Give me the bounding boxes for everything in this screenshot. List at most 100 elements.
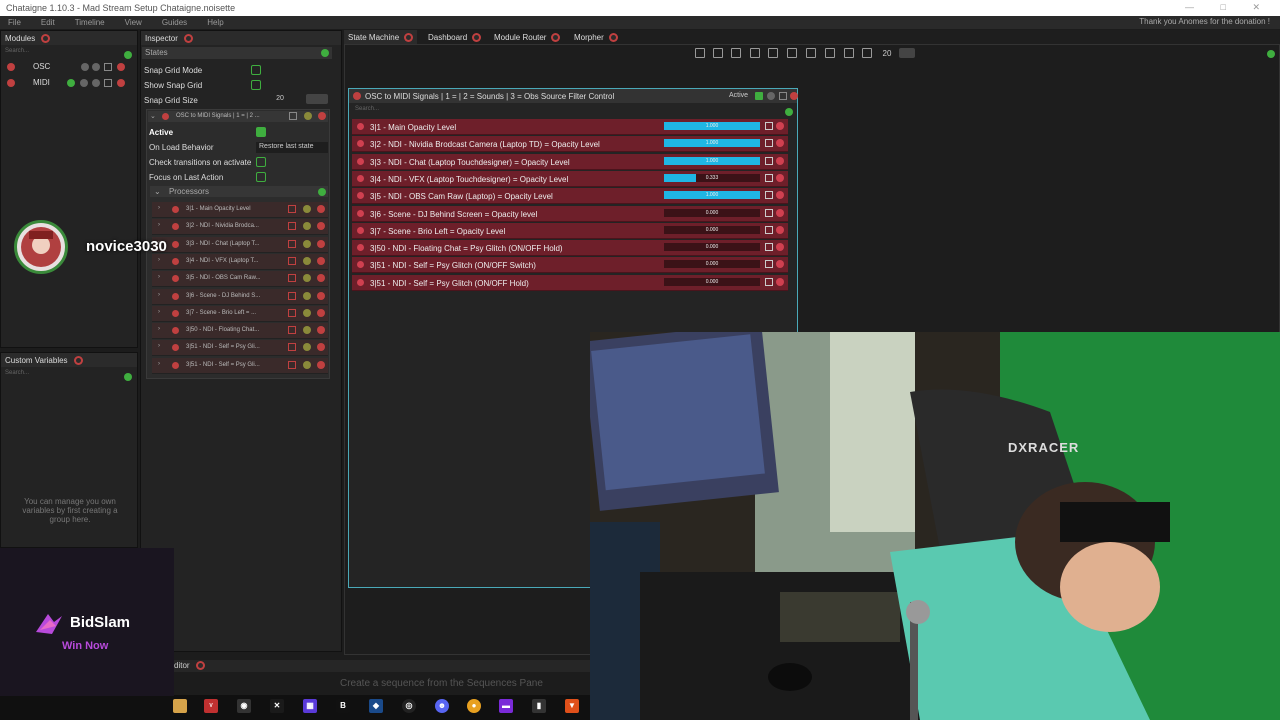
brave-icon[interactable]: ▼ [565,699,579,713]
add-module-icon[interactable] [124,51,132,59]
focus-last-action-checkbox[interactable] [256,172,266,182]
action-enable-checkbox[interactable] [765,156,773,165]
sponsor-ad[interactable]: BidSlam Win Now [0,548,174,696]
close-icon[interactable] [608,33,618,43]
remove-action-icon[interactable] [776,225,784,234]
add-processor-icon[interactable] [318,188,326,196]
close-icon[interactable] [472,33,482,43]
chevron-right-icon[interactable]: › [158,222,160,228]
chevron-right-icon[interactable]: › [158,343,160,349]
processor-enable-checkbox[interactable] [288,308,296,317]
window-controls[interactable]: — □ ✕ [1185,2,1272,13]
snap-grid-mode-checkbox[interactable] [251,65,261,75]
processor-row[interactable]: › 3|2 - NDI - Nividia Brodca... [152,219,328,236]
state-search[interactable]: Search... [349,103,797,115]
show-snap-grid-checkbox[interactable] [251,80,261,90]
align-right-icon[interactable] [731,48,741,58]
menu-file[interactable]: File [8,18,21,27]
remove-processor-icon[interactable] [317,239,325,248]
processor-row[interactable]: › 3|7 - Scene - Brio Left = ... [152,305,328,322]
settings-icon[interactable] [92,79,100,87]
state-action-row[interactable]: 3|50 - NDI - Floating Chat = Psy Glitch … [352,240,788,257]
on-load-behavior-select[interactable]: Restore last state [256,142,328,153]
remove-processor-icon[interactable] [317,205,325,213]
app-icon[interactable]: ◉ [237,699,251,713]
add-state-icon[interactable] [1267,50,1275,58]
action-enable-checkbox[interactable] [765,225,773,234]
processor-row[interactable]: › 3|50 - NDI - Floating Chat... [152,323,328,340]
remove-module-icon[interactable] [117,63,125,71]
add-action-icon[interactable] [785,108,793,116]
menu-help[interactable]: Help [207,18,223,27]
action-enable-checkbox[interactable] [765,191,773,200]
menu-view[interactable]: View [125,18,142,27]
processor-action-icon[interactable] [303,308,311,317]
capcut-icon[interactable]: ✕ [270,699,284,713]
remove-processor-icon[interactable] [317,222,325,231]
remove-processor-icon[interactable] [317,343,325,352]
processor-enable-checkbox[interactable] [288,222,296,231]
close-icon[interactable] [183,34,193,44]
action-value-slider[interactable]: 0.000 [664,260,760,269]
action-value-slider[interactable]: 0.000 [664,225,760,234]
remove-state-icon[interactable] [318,112,326,120]
remove-action-icon[interactable] [776,208,784,217]
remove-processor-icon[interactable] [317,256,325,265]
module-row-osc[interactable]: OSC [1,59,137,75]
menu-edit[interactable]: Edit [41,18,55,27]
action-enable-checkbox[interactable] [765,173,773,182]
align-middle-icon[interactable] [768,48,778,58]
close-icon[interactable] [41,34,51,44]
grid-size-value[interactable]: 20 [878,49,896,58]
remove-action-icon[interactable] [776,191,784,200]
state-enable-checkbox[interactable] [289,112,297,120]
chevron-down-icon[interactable]: ⌄ [154,187,163,196]
remove-processor-icon[interactable] [317,360,325,369]
action-value-slider[interactable]: 0.000 [664,277,760,286]
action-enable-checkbox[interactable] [765,277,773,286]
snap-grid-size-input[interactable]: 20 [256,95,304,105]
processor-action-icon[interactable] [303,239,311,248]
processor-action-icon[interactable] [303,360,311,369]
check-transitions-checkbox[interactable] [256,157,266,167]
remove-action-icon[interactable] [776,156,784,165]
action-enable-checkbox[interactable] [765,139,773,148]
menu-guides[interactable]: Guides [162,18,187,27]
chevron-right-icon[interactable]: › [158,205,160,211]
processor-enable-checkbox[interactable] [288,360,296,369]
module-enable-checkbox[interactable] [104,79,112,87]
align-bottom-icon[interactable] [787,48,797,58]
remove-module-icon[interactable] [117,79,125,87]
processor-action-icon[interactable] [303,274,311,283]
remove-action-icon[interactable] [776,277,784,286]
processor-enable-checkbox[interactable] [288,256,296,265]
state-window-header[interactable]: OSC to MIDI Signals | 1 = | 2 = Sounds |… [349,89,798,103]
processors-header[interactable]: ⌄ Processors [150,186,328,197]
processor-action-icon[interactable] [303,205,311,213]
action-value-slider[interactable]: 0.333 [664,173,760,182]
active-checkbox[interactable] [256,127,266,137]
processor-action-icon[interactable] [303,291,311,300]
close-icon[interactable] [404,33,414,43]
state-action-row[interactable]: 3|3 - NDI - Chat (Laptop Touchdesigner) … [352,153,788,170]
action-value-slider[interactable]: 1.000 [664,191,760,200]
state-action-icon[interactable] [304,112,312,120]
align-center-icon[interactable] [713,48,723,58]
processor-enable-checkbox[interactable] [288,343,296,352]
processor-action-icon[interactable] [303,222,311,231]
sponsor-cta[interactable]: Win Now [62,640,108,652]
action-enable-checkbox[interactable] [765,208,773,217]
chevron-down-icon[interactable]: ⌄ [150,112,156,120]
remove-action-icon[interactable] [776,260,784,269]
custom-variables-search[interactable]: Search... [1,367,137,379]
modules-search[interactable]: Search... [1,45,137,57]
processor-enable-checkbox[interactable] [288,326,296,335]
remove-processor-icon[interactable] [317,308,325,317]
action-value-slider[interactable]: 1.000 [664,139,760,148]
action-enable-checkbox[interactable] [765,243,773,252]
processor-row[interactable]: › 3|3 - NDI - Chat (Laptop T... [152,236,328,253]
action-value-slider[interactable]: 0.000 [664,208,760,217]
action-enable-checkbox[interactable] [765,260,773,269]
processor-row[interactable]: › 3|6 - Scene - DJ Behind S... [152,288,328,305]
chevron-right-icon[interactable]: › [158,361,160,367]
